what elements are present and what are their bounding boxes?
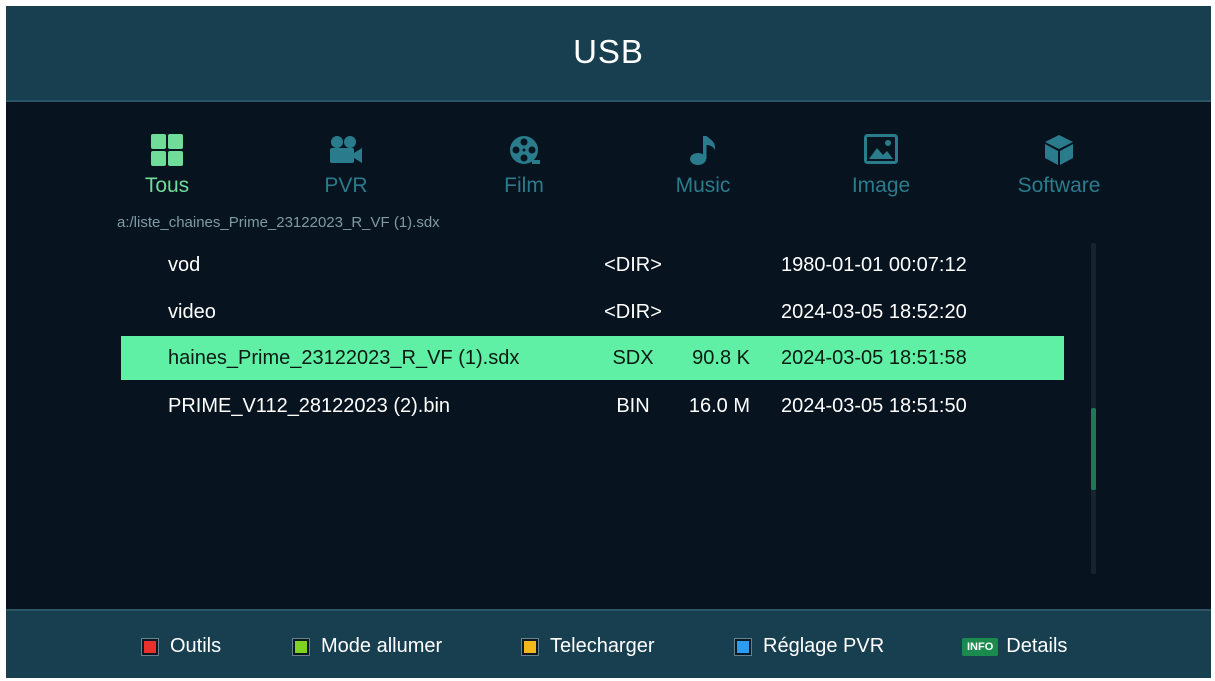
tab-pvr[interactable]: PVR bbox=[281, 134, 411, 198]
image-icon bbox=[864, 134, 898, 164]
file-name: vod bbox=[168, 254, 201, 276]
key-reglage-pvr[interactable]: Réglage PVR bbox=[735, 635, 884, 658]
grid-icon bbox=[151, 134, 183, 166]
tab-software[interactable]: Software bbox=[994, 134, 1124, 198]
file-name: video bbox=[168, 301, 216, 323]
red-key-icon bbox=[142, 638, 158, 655]
header-bar: USB bbox=[6, 6, 1211, 102]
blue-key-icon bbox=[735, 638, 751, 655]
file-date: 2024-03-05 18:52:20 bbox=[781, 301, 967, 323]
key-details[interactable]: INFO Details bbox=[962, 635, 1067, 658]
file-type: SDX bbox=[612, 347, 654, 369]
key-outils[interactable]: Outils bbox=[142, 635, 221, 658]
scrollbar-thumb[interactable] bbox=[1091, 408, 1096, 490]
file-name: haines_Prime_23122023_R_VF (1).sdx bbox=[168, 347, 520, 369]
key-label: Telecharger bbox=[550, 635, 655, 657]
current-path: a:/liste_chaines_Prime_23122023_R_VF (1)… bbox=[117, 214, 440, 231]
info-key-icon: INFO bbox=[962, 637, 999, 656]
key-label: Details bbox=[1006, 635, 1068, 657]
tab-label: Film bbox=[504, 174, 544, 197]
key-telecharger[interactable]: Telecharger bbox=[522, 635, 655, 658]
file-size: 16.0 M bbox=[688, 395, 750, 417]
file-date: 2024-03-05 18:51:58 bbox=[781, 347, 967, 369]
yellow-key-icon bbox=[522, 638, 538, 655]
tab-tous[interactable]: Tous bbox=[102, 134, 232, 198]
footer-bar: Outils Mode allumer Telecharger Réglage … bbox=[6, 609, 1211, 678]
tab-label: Image bbox=[851, 174, 911, 197]
key-label: Mode allumer bbox=[321, 635, 443, 657]
file-name: PRIME_V112_28122023 (2).bin bbox=[168, 395, 451, 417]
tab-image[interactable]: Image bbox=[816, 134, 946, 198]
usb-file-browser: USB Tous PVR Film Music Image Software a… bbox=[6, 6, 1211, 678]
tab-label: Music bbox=[675, 174, 731, 197]
file-type: BIN bbox=[616, 395, 650, 417]
video-camera-icon bbox=[330, 136, 362, 163]
page-title: USB bbox=[573, 33, 644, 70]
scrollbar[interactable] bbox=[1091, 243, 1096, 574]
tab-label: Tous bbox=[144, 174, 190, 197]
file-row[interactable]: vod <DIR> 1980-01-01 00:07:12 bbox=[121, 243, 1064, 287]
file-size: 90.8 K bbox=[692, 347, 750, 369]
tab-film[interactable]: Film bbox=[459, 134, 589, 198]
file-date: 1980-01-01 00:07:12 bbox=[781, 254, 967, 276]
tab-label: Software bbox=[1017, 174, 1101, 197]
key-label: Outils bbox=[170, 635, 222, 657]
tab-music[interactable]: Music bbox=[638, 134, 768, 198]
file-date: 2024-03-05 18:51:50 bbox=[781, 395, 967, 417]
green-key-icon bbox=[293, 638, 309, 655]
film-reel-icon bbox=[510, 136, 540, 164]
file-row[interactable]: PRIME_V112_28122023 (2).bin BIN 16.0 M 2… bbox=[121, 384, 1064, 428]
file-type: <DIR> bbox=[604, 301, 662, 323]
key-mode-allumer[interactable]: Mode allumer bbox=[293, 635, 442, 658]
music-note-icon bbox=[690, 136, 716, 165]
key-label: Réglage PVR bbox=[763, 635, 885, 657]
file-row-selected[interactable]: haines_Prime_23122023_R_VF (1).sdx SDX 9… bbox=[121, 336, 1064, 380]
tab-label: PVR bbox=[324, 174, 368, 197]
file-type: <DIR> bbox=[604, 254, 662, 276]
package-icon bbox=[1045, 135, 1073, 165]
file-row[interactable]: video <DIR> 2024-03-05 18:52:20 bbox=[121, 290, 1064, 334]
